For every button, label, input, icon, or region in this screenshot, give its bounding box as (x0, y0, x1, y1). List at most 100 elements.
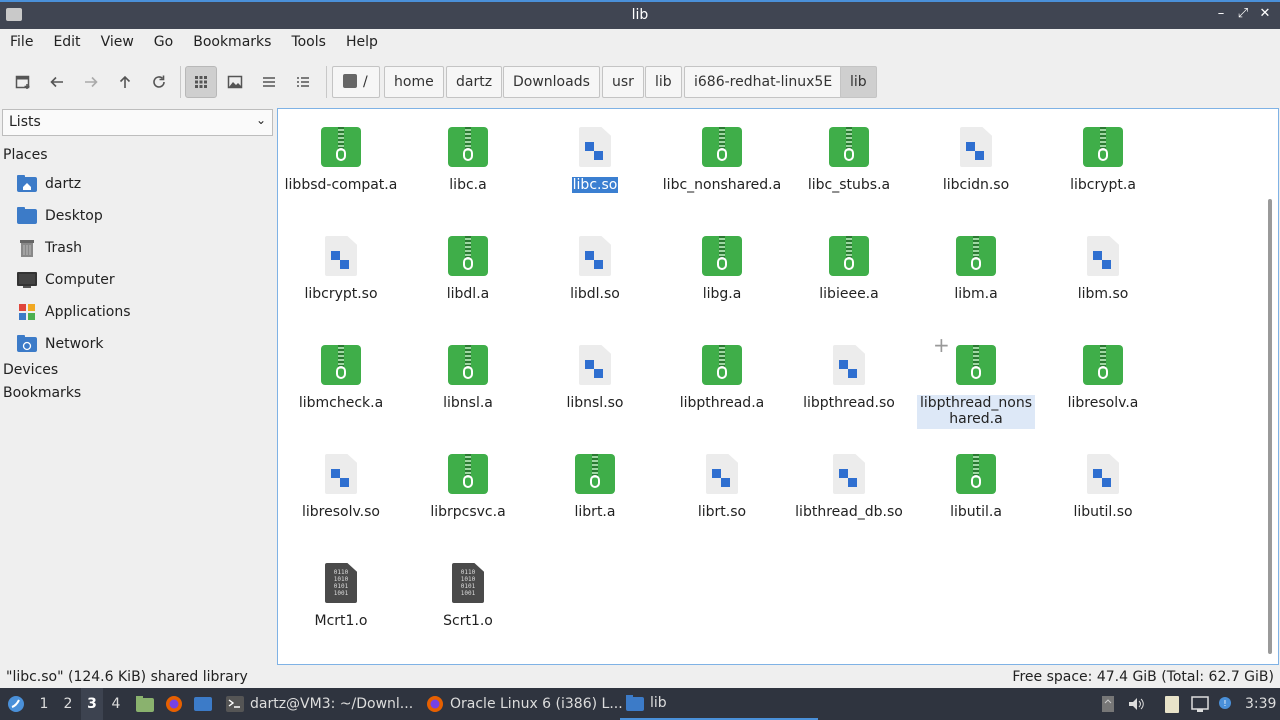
forward-button[interactable] (75, 66, 107, 98)
file-item[interactable]: libm.so (1040, 236, 1166, 302)
file-item[interactable]: libc.a (405, 127, 531, 193)
thumbnail-view-button[interactable] (219, 66, 251, 98)
menu-view[interactable]: View (91, 29, 144, 56)
sidebar-item-trash[interactable]: Trash (17, 235, 267, 261)
menu-file[interactable]: File (0, 29, 43, 56)
file-name: libcrypt.so (304, 286, 378, 302)
breadcrumb-home[interactable]: home (384, 66, 444, 98)
file-item[interactable]: libutil.a (913, 454, 1039, 520)
places-heading[interactable]: Places (3, 147, 48, 163)
menu-go[interactable]: Go (144, 29, 183, 56)
back-button[interactable] (41, 66, 73, 98)
menu-tools[interactable]: Tools (281, 29, 336, 56)
file-name: librt.so (697, 504, 747, 520)
workspace-3[interactable]: 3 (81, 688, 103, 720)
sidebar-item-applications[interactable]: Applications (17, 299, 267, 325)
file-item[interactable]: librt.so (659, 454, 785, 520)
file-item[interactable]: libc.so (532, 127, 658, 193)
file-name: libresolv.so (302, 504, 380, 520)
up-button[interactable] (109, 66, 141, 98)
clock[interactable]: 3:39 (1245, 688, 1276, 720)
tray-storage-icon[interactable] (1100, 695, 1118, 713)
file-name: libm.so (1077, 286, 1129, 302)
file-item[interactable]: libg.a (659, 236, 785, 302)
breadcrumb-dartz[interactable]: dartz (446, 66, 503, 98)
title-bar: lib – ⤢ ✕ (0, 0, 1280, 29)
file-item[interactable]: libresolv.a (1040, 345, 1166, 411)
task-terminal[interactable]: dartz@VM3: ~/Downl... (220, 688, 419, 720)
file-item[interactable]: libdl.so (532, 236, 658, 302)
file-name: libpthread.a (679, 395, 765, 411)
start-menu-button[interactable] (4, 688, 28, 720)
breadcrumb-lib-current[interactable]: lib (840, 66, 877, 98)
reload-button[interactable] (143, 66, 175, 98)
breadcrumb-root[interactable]: / (332, 66, 380, 98)
new-tab-button[interactable] (7, 66, 39, 98)
chevron-down-icon: ⌄ (255, 113, 266, 127)
path-toggle-icon[interactable] (343, 74, 357, 88)
breadcrumb-usr[interactable]: usr (602, 66, 644, 98)
icon-view-button[interactable] (185, 66, 217, 98)
file-item[interactable]: libnsl.a (405, 345, 531, 411)
file-name: libg.a (702, 286, 742, 302)
file-item[interactable]: libresolv.so (278, 454, 404, 520)
sidebar-item-dartz[interactable]: dartz (17, 171, 267, 197)
file-item[interactable]: libpthread.so (786, 345, 912, 411)
archive-icon (447, 345, 489, 387)
clipboard-icon[interactable] (1164, 695, 1182, 713)
breadcrumb-i686-redhat-linux5E[interactable]: i686-redhat-linux5E (684, 66, 843, 98)
menu-edit[interactable]: Edit (43, 29, 90, 56)
launcher-desktop[interactable] (192, 688, 214, 720)
close-icon[interactable]: ✕ (1258, 6, 1272, 21)
volume-icon[interactable] (1127, 695, 1145, 713)
file-item[interactable]: libnsl.so (532, 345, 658, 411)
file-item[interactable]: libutil.so (1040, 454, 1166, 520)
maximize-icon[interactable]: ⤢ (1236, 6, 1250, 21)
archive-icon (701, 236, 743, 278)
file-item[interactable]: libthread_db.so (786, 454, 912, 520)
file-item[interactable]: libc_nonshared.a (659, 127, 785, 193)
menu-help[interactable]: Help (336, 29, 388, 56)
sidebar-item-computer[interactable]: Computer (17, 267, 267, 293)
notification-icon[interactable]: ! (1216, 695, 1234, 713)
task-firefox[interactable]: Oracle Linux 6 (i386) L... (420, 688, 629, 720)
devices-heading[interactable]: Devices (3, 362, 58, 378)
sidebar-item-network[interactable]: Network (17, 331, 267, 357)
file-item[interactable]: libbsd-compat.a (278, 127, 404, 193)
file-item[interactable]: librpcsvc.a (405, 454, 531, 520)
file-item[interactable]: libcidn.so (913, 127, 1039, 193)
terminal-icon (226, 696, 244, 712)
file-item[interactable]: libm.a (913, 236, 1039, 302)
file-item[interactable]: libcrypt.so (278, 236, 404, 302)
launcher-file-manager[interactable] (134, 688, 156, 720)
network-tray-icon[interactable] (1191, 695, 1209, 713)
file-item[interactable]: libpthread.a (659, 345, 785, 411)
file-name: libresolv.a (1067, 395, 1139, 411)
file-item[interactable]: 0110 1010 0101 1001 Scrt1.o (405, 563, 531, 629)
file-view[interactable]: + libbsd-compat.a libc.a libc.so libc_nonsh… (277, 108, 1279, 665)
file-item[interactable]: librt.a (532, 454, 658, 520)
menu-bookmarks[interactable]: Bookmarks (183, 29, 281, 56)
task-lib[interactable]: lib (620, 688, 818, 720)
workspace-1[interactable]: 1 (33, 688, 55, 720)
bookmarks-heading[interactable]: Bookmarks (3, 385, 81, 401)
file-item[interactable]: libpthread_nons hared.a (913, 345, 1039, 429)
file-item[interactable]: libdl.a (405, 236, 531, 302)
side-pane-mode-select[interactable]: Lists ⌄ (2, 109, 273, 136)
breadcrumb-lib[interactable]: lib (645, 66, 682, 98)
workspace-2[interactable]: 2 (57, 688, 79, 720)
minimize-icon[interactable]: – (1214, 6, 1228, 21)
launcher-firefox[interactable] (163, 688, 185, 720)
workspace-4[interactable]: 4 (105, 688, 127, 720)
file-item[interactable]: libcrypt.a (1040, 127, 1166, 193)
file-item[interactable]: 0110 1010 0101 1001 Mcrt1.o (278, 563, 404, 629)
detail-view-button[interactable] (287, 66, 319, 98)
file-item[interactable]: libmcheck.a (278, 345, 404, 411)
vertical-scrollbar[interactable] (1268, 199, 1272, 654)
sidebar-item-desktop[interactable]: Desktop (17, 203, 267, 229)
compact-view-button[interactable] (253, 66, 285, 98)
file-item[interactable]: libieee.a (786, 236, 912, 302)
archive-icon (828, 127, 870, 169)
file-item[interactable]: libc_stubs.a (786, 127, 912, 193)
breadcrumb-downloads[interactable]: Downloads (503, 66, 600, 98)
